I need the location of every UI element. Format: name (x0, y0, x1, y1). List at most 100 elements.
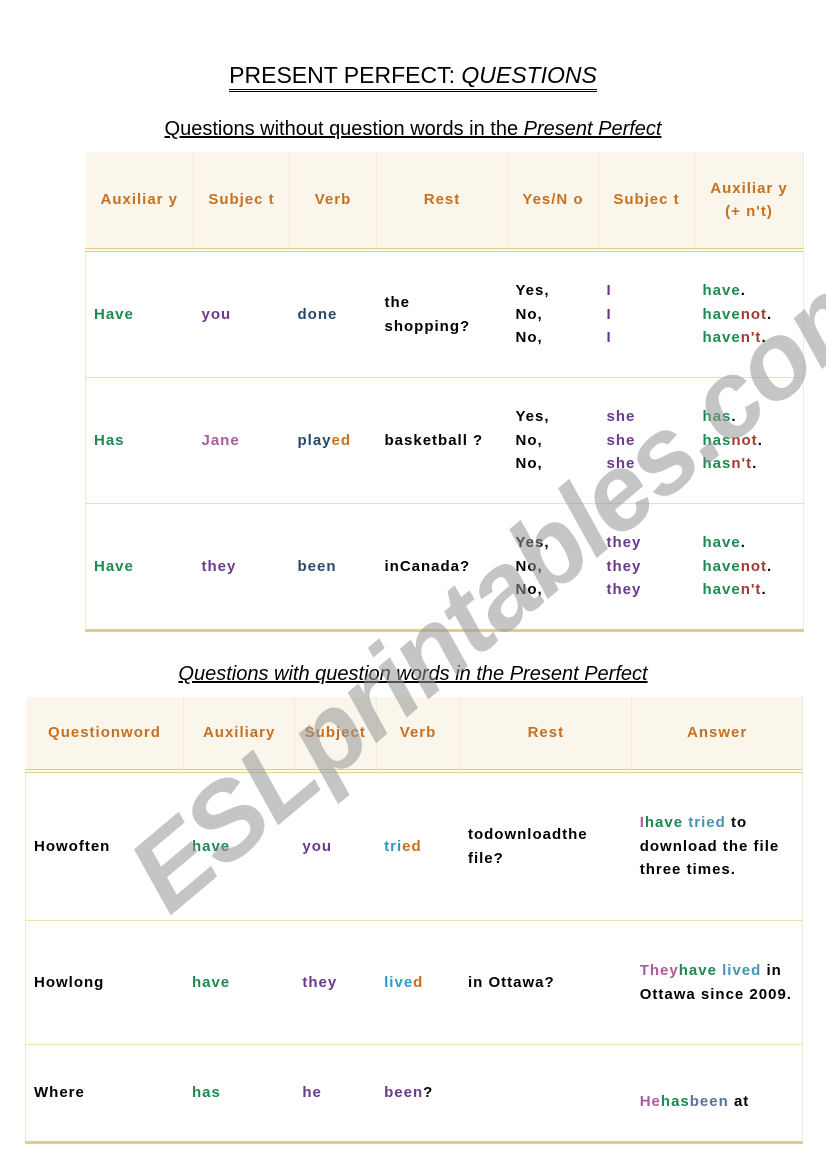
rest-cell: todownloadthe file? (459, 771, 632, 921)
answer-verb: been (689, 1093, 729, 1111)
header-cell: Auxiliary (183, 697, 295, 773)
rest-cell: in Ottawa? (459, 920, 632, 1045)
yes-no-cell: Yes, No, No, (507, 377, 599, 504)
answer-aux: has (660, 1093, 690, 1111)
negation-text: not (731, 431, 758, 449)
answer-aux: have (644, 814, 684, 832)
verb-cell: tried (376, 771, 460, 921)
verb-stem: live (384, 973, 414, 991)
period: . (761, 329, 767, 347)
header-cell: Questionword (25, 697, 185, 773)
answer-subject: He (639, 1093, 661, 1111)
auxiliary-cell: have (183, 920, 295, 1045)
yes-no-text: No, (515, 455, 543, 473)
subject-text: they (606, 557, 642, 575)
header-cell: Verb (289, 152, 377, 252)
yes-no-cell: Yes, No, No, (507, 503, 599, 632)
section2-heading: Questions with question words in the Pre… (0, 663, 826, 686)
aux-text: has (702, 431, 732, 449)
question-word-cell: Howlong (24, 920, 184, 1045)
subject-text: I (606, 305, 612, 323)
table-header-row: Questionword Auxiliary Subject Verb Rest… (25, 697, 803, 773)
yes-no-text: No, (515, 329, 543, 347)
verb-cell: done (289, 250, 377, 378)
aux-text: have (702, 557, 741, 575)
verb-cell: played (289, 377, 377, 504)
question-word-cell: Howoften (24, 771, 184, 921)
header-cell: Rest (459, 697, 633, 773)
verb-ending: ed (331, 431, 352, 449)
header-cell: Yes/N o (507, 152, 599, 252)
table-row: Where has he been? Hehasbeen at (24, 1044, 803, 1144)
short-answer-cell: have. havenot. haven't. (694, 503, 804, 632)
table-row: Howlong have they lived in Ottawa? Theyh… (24, 920, 803, 1045)
period: . (761, 581, 767, 599)
subject-text: they (606, 581, 642, 599)
title-text: PRESENT PERFECT: (229, 62, 462, 92)
section1-heading-italic: Present Perfect (523, 118, 662, 140)
auxiliary-cell: Has (85, 377, 194, 504)
aux-text: have (702, 534, 741, 552)
aux-text: have (702, 282, 741, 300)
aux-text: have (702, 581, 741, 599)
subject-text: I (606, 329, 612, 347)
yes-no-text: Yes, (515, 282, 550, 300)
header-cell: Auxiliar y (85, 152, 194, 252)
subject-text: she (606, 455, 636, 473)
verb-cell: lived (376, 920, 460, 1045)
subject-text: they (606, 534, 642, 552)
rest-cell: inCanada? (376, 503, 508, 632)
header-cell: Auxiliar y (+ n't) (694, 152, 804, 252)
aux-text: have (702, 305, 741, 323)
verb-text: play (297, 431, 332, 449)
table-row: Howoften have you tried todownloadthe fi… (24, 771, 803, 921)
header-cell: Subjec t (193, 152, 290, 252)
period: . (740, 534, 746, 552)
table-yes-no-questions: Auxiliar y Subjec t Verb Rest Yes/N o Su… (85, 152, 804, 632)
yes-no-text: Yes, (515, 408, 550, 426)
table-wh-questions: Questionword Auxiliary Subject Verb Rest… (24, 697, 803, 1144)
header-cell: Subjec t (598, 152, 695, 252)
auxiliary-cell: have (183, 771, 295, 921)
period: . (740, 282, 746, 300)
short-answer: havenot. (703, 303, 796, 327)
verb-cell: been? (376, 1044, 460, 1144)
subject-cell: Jane (193, 377, 290, 504)
aux-text: has (702, 408, 732, 426)
verb-ending: ed (402, 837, 422, 855)
rest-cell: the shopping? (376, 250, 508, 378)
short-answer: hasnot. (703, 429, 796, 453)
period: . (767, 305, 773, 323)
subject-cell: they (294, 920, 377, 1045)
answer-aux: have (678, 962, 717, 979)
negation-text: not (740, 557, 768, 575)
verb-stem: been (384, 1084, 424, 1102)
short-answer: haven't. (703, 326, 796, 350)
period: . (767, 557, 773, 575)
verb-cell: been (289, 503, 377, 632)
auxiliary-cell: Have (85, 503, 194, 632)
negation-text: n't (731, 455, 753, 473)
short-answer: haven't. (703, 578, 796, 602)
negation-text: not (740, 305, 768, 323)
auxiliary-cell: Have (85, 250, 194, 378)
header-cell: Verb (376, 697, 461, 773)
short-answer: have. (703, 279, 796, 303)
header-cell: Subject (294, 697, 377, 773)
verb-ending: d (413, 973, 424, 991)
answer-cell: Hehasbeen at (631, 1044, 803, 1144)
answer-rest: at (728, 1093, 750, 1111)
page-title: PRESENT PERFECT: QUESTIONS (0, 62, 826, 92)
period: . (731, 408, 737, 426)
table-row: Have you done the shopping? Yes, No, No, I… (85, 250, 804, 378)
aux-text: has (702, 455, 732, 473)
yes-no-cell: Yes, No, No, (507, 250, 599, 378)
yes-no-text: No, (515, 581, 543, 599)
rest-cell (459, 1044, 632, 1144)
short-answer: hasn't. (703, 452, 796, 476)
yes-no-text: No, (515, 305, 543, 323)
table-header-row: Auxiliar y Subjec t Verb Rest Yes/N o Su… (85, 152, 804, 252)
table-row: Has Jane played basketball ? Yes, No, No, … (85, 377, 804, 504)
subject-text: she (606, 431, 636, 449)
aux-text: have (702, 329, 741, 347)
